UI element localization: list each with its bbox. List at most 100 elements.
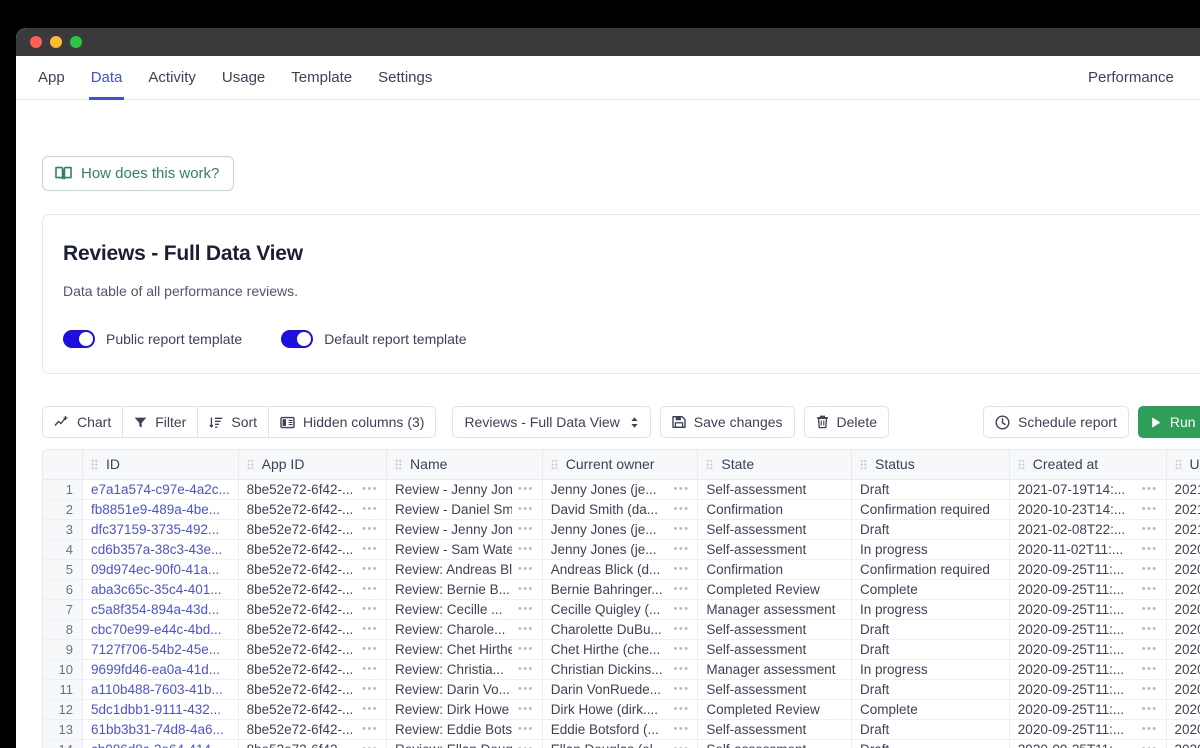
drag-handle-icon[interactable] [1018, 459, 1025, 470]
row-cell-menu-icon[interactable]: ••• [1142, 504, 1158, 515]
cell-id[interactable]: a110b488-7603-41b... [82, 679, 238, 699]
cell-id[interactable]: cbc70e99-e44c-4bd... [82, 619, 238, 639]
row-cell-menu-icon[interactable]: ••• [674, 624, 690, 635]
column-header-name[interactable]: Name [387, 450, 543, 479]
row-cell-menu-icon[interactable]: ••• [1142, 724, 1158, 735]
tab-activity[interactable]: Activity [135, 56, 209, 99]
row-cell-menu-icon[interactable]: ••• [674, 664, 690, 675]
row-cell-menu-icon[interactable]: ••• [1142, 704, 1158, 715]
row-cell-menu-icon[interactable]: ••• [1142, 644, 1158, 655]
column-header-id[interactable]: ID [82, 450, 238, 479]
column-header-app-id[interactable]: App ID [238, 450, 386, 479]
row-cell-menu-icon[interactable]: ••• [518, 664, 534, 675]
row-cell-menu-icon[interactable]: ••• [674, 744, 690, 748]
row-cell-menu-icon[interactable]: ••• [674, 684, 690, 695]
table-row[interactable]: 6aba3c65c-35c4-401...8be52e72-6f42-...••… [43, 579, 1200, 599]
delete-button[interactable]: Delete [804, 406, 889, 438]
drag-handle-icon[interactable] [706, 459, 713, 470]
row-cell-menu-icon[interactable]: ••• [674, 604, 690, 615]
id-link[interactable]: 61bb3b31-74d8-4a6... [91, 722, 224, 737]
id-link[interactable]: aba3c65c-35c4-401... [91, 582, 222, 597]
drag-handle-icon[interactable] [247, 459, 254, 470]
table-row[interactable]: 125dc1dbb1-9111-432...8be52e72-6f42-...•… [43, 699, 1200, 719]
chart-button[interactable]: Chart [42, 406, 122, 438]
row-cell-menu-icon[interactable]: ••• [518, 704, 534, 715]
minimize-window-icon[interactable] [50, 36, 62, 48]
row-cell-menu-icon[interactable]: ••• [1142, 564, 1158, 575]
row-cell-menu-icon[interactable]: ••• [362, 744, 378, 748]
row-cell-menu-icon[interactable]: ••• [674, 724, 690, 735]
cell-id[interactable]: c5a8f354-894a-43d... [82, 599, 238, 619]
row-cell-menu-icon[interactable]: ••• [518, 724, 534, 735]
row-cell-menu-icon[interactable]: ••• [674, 644, 690, 655]
table-row[interactable]: 1361bb3b31-74d8-4a6...8be52e72-6f42-...•… [43, 719, 1200, 739]
id-link[interactable]: cbc70e99-e44c-4bd... [91, 622, 222, 637]
row-cell-menu-icon[interactable]: ••• [674, 544, 690, 555]
row-cell-menu-icon[interactable]: ••• [362, 664, 378, 675]
cell-id[interactable]: cb086d8c-3e64-414... [82, 739, 238, 748]
data-table-container[interactable]: ID App ID Name Current owner State Statu… [42, 449, 1200, 748]
row-cell-menu-icon[interactable]: ••• [362, 704, 378, 715]
schedule-report-button[interactable]: Schedule report [983, 406, 1129, 438]
id-link[interactable]: 7127f706-54b2-45e... [91, 642, 220, 657]
row-cell-menu-icon[interactable]: ••• [362, 504, 378, 515]
tab-template[interactable]: Template [278, 56, 365, 99]
row-cell-menu-icon[interactable]: ••• [518, 544, 534, 555]
drag-handle-icon[interactable] [91, 459, 98, 470]
row-cell-menu-icon[interactable]: ••• [518, 644, 534, 655]
table-row[interactable]: 4cd6b357a-38c3-43e...8be52e72-6f42-...••… [43, 539, 1200, 559]
row-cell-menu-icon[interactable]: ••• [1142, 584, 1158, 595]
save-changes-button[interactable]: Save changes [660, 406, 795, 438]
row-cell-menu-icon[interactable]: ••• [674, 484, 690, 495]
row-cell-menu-icon[interactable]: ••• [362, 564, 378, 575]
id-link[interactable]: 9699fd46-ea0a-41d... [91, 662, 220, 677]
drag-handle-icon[interactable] [551, 459, 558, 470]
row-cell-menu-icon[interactable]: ••• [518, 584, 534, 595]
row-cell-menu-icon[interactable]: ••• [362, 644, 378, 655]
run-report-button[interactable]: Run report [1138, 406, 1200, 438]
row-cell-menu-icon[interactable]: ••• [518, 504, 534, 515]
table-row[interactable]: 1e7a1a574-c97e-4a2c...8be52e72-6f42-...•… [43, 479, 1200, 499]
cell-id[interactable]: 9699fd46-ea0a-41d... [82, 659, 238, 679]
cell-id[interactable]: 09d974ec-90f0-41a... [82, 559, 238, 579]
row-cell-menu-icon[interactable]: ••• [1142, 684, 1158, 695]
row-cell-menu-icon[interactable]: ••• [362, 524, 378, 535]
table-row[interactable]: 2fb8851e9-489a-4be...8be52e72-6f42-...••… [43, 499, 1200, 519]
row-cell-menu-icon[interactable]: ••• [674, 584, 690, 595]
cell-id[interactable]: 5dc1dbb1-9111-432... [82, 699, 238, 719]
table-row[interactable]: 14cb086d8c-3e64-414...8be52e72-6f42-...•… [43, 739, 1200, 748]
table-row[interactable]: 509d974ec-90f0-41a...8be52e72-6f42-...••… [43, 559, 1200, 579]
table-row[interactable]: 11a110b488-7603-41b...8be52e72-6f42-...•… [43, 679, 1200, 699]
id-link[interactable]: c5a8f354-894a-43d... [91, 602, 219, 617]
table-row[interactable]: 8cbc70e99-e44c-4bd...8be52e72-6f42-...••… [43, 619, 1200, 639]
row-cell-menu-icon[interactable]: ••• [674, 524, 690, 535]
row-cell-menu-icon[interactable]: ••• [518, 624, 534, 635]
cell-id[interactable]: dfc37159-3735-492... [82, 519, 238, 539]
column-header-updated-at[interactable]: Updated at [1166, 450, 1200, 479]
row-cell-menu-icon[interactable]: ••• [1142, 624, 1158, 635]
cell-id[interactable]: cd6b357a-38c3-43e... [82, 539, 238, 559]
id-link[interactable]: dfc37159-3735-492... [91, 522, 219, 537]
zoom-window-icon[interactable] [70, 36, 82, 48]
table-row[interactable]: 109699fd46-ea0a-41d...8be52e72-6f42-...•… [43, 659, 1200, 679]
tab-data[interactable]: Data [78, 56, 136, 99]
view-select[interactable]: Reviews - Full Data View [452, 406, 650, 438]
drag-handle-icon[interactable] [860, 459, 867, 470]
row-cell-menu-icon[interactable]: ••• [518, 524, 534, 535]
id-link[interactable]: cd6b357a-38c3-43e... [91, 542, 222, 557]
table-row[interactable]: 97127f706-54b2-45e...8be52e72-6f42-...••… [43, 639, 1200, 659]
id-link[interactable]: e7a1a574-c97e-4a2c... [91, 482, 230, 497]
row-cell-menu-icon[interactable]: ••• [362, 604, 378, 615]
row-cell-menu-icon[interactable]: ••• [1142, 484, 1158, 495]
sort-button[interactable]: Sort [197, 406, 268, 438]
cell-id[interactable]: 61bb3b31-74d8-4a6... [82, 719, 238, 739]
row-cell-menu-icon[interactable]: ••• [674, 564, 690, 575]
id-link[interactable]: 5dc1dbb1-9111-432... [91, 702, 221, 717]
tab-app[interactable]: App [38, 56, 78, 99]
close-window-icon[interactable] [30, 36, 42, 48]
row-cell-menu-icon[interactable]: ••• [362, 684, 378, 695]
filter-button[interactable]: Filter [122, 406, 197, 438]
column-header-created-at[interactable]: Created at [1009, 450, 1166, 479]
row-cell-menu-icon[interactable]: ••• [518, 484, 534, 495]
row-cell-menu-icon[interactable]: ••• [362, 484, 378, 495]
